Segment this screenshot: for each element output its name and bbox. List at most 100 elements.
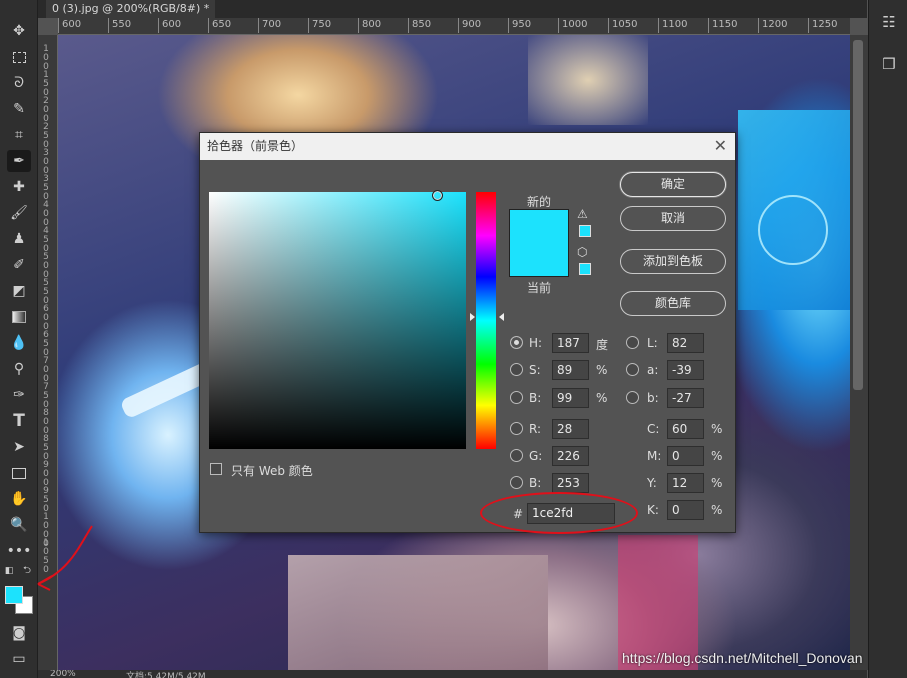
vertical-scroll-thumb[interactable] [853,40,863,390]
marquee-tool-icon[interactable] [7,46,31,68]
ruler-tick-label: 1150 [707,18,738,33]
ruler-tick-label: 2 0 0 [43,96,49,124]
status-bar: 200% 文档:5.42M/5.42M [38,670,867,678]
move-tool-icon[interactable]: ✥ [7,20,31,42]
ruler-tick-label: 700 [257,18,282,33]
type-tool-icon[interactable]: T [7,410,31,432]
label-blue: B: [529,476,542,490]
ruler-tick-label: 650 [207,18,232,33]
radio-s[interactable] [510,363,523,376]
quick-mask-icon[interactable]: ◙ [7,622,31,644]
ruler-tick-label: 600 [57,18,82,33]
ruler-tick-label: 1200 [757,18,788,33]
gamut-correction-swatch[interactable] [579,225,591,237]
radio-lab-b[interactable] [626,391,639,404]
document-tab[interactable]: 0 (3).jpg @ 200%(RGB/8#) * [46,0,216,18]
horizontal-ruler: 600 550 600 650 700 750 800 850 900 950 1000 1050 11… [57,18,850,35]
crop-tool-icon[interactable]: ⌗ [7,124,31,146]
quick-select-tool-icon[interactable]: ✎ [7,98,31,120]
label-a: a: [647,363,659,377]
unit-k: % [711,503,723,517]
field-g[interactable]: 226 [552,446,589,466]
current-color-swatch[interactable] [509,243,569,277]
ruler-tick-label: 750 [307,18,332,33]
field-m[interactable]: 0 [667,446,704,466]
color-field[interactable] [209,192,466,449]
field-c[interactable]: 60 [667,419,704,439]
ruler-tick-label: 1100 [657,18,688,33]
unit-c: % [711,422,723,436]
ruler-tick-label: 1050 [607,18,638,33]
cancel-button[interactable]: 取消 [620,206,726,231]
ruler-tick-label: 600 [157,18,182,33]
lasso-tool-icon[interactable]: ᘐ [7,72,31,94]
path-select-tool-icon[interactable]: ➤ [7,436,31,458]
canvas-hologram-ring [758,195,828,265]
label-l: L: [647,336,658,350]
history-brush-tool-icon[interactable]: ✐ [7,254,31,276]
zoom-level[interactable]: 200% [50,670,76,678]
close-icon[interactable]: ✕ [714,137,727,155]
field-l[interactable]: 82 [667,333,704,353]
eyedropper-tool-icon[interactable]: ✒ [7,150,31,172]
radio-brightness[interactable] [510,391,523,404]
canvas-jacket [288,555,548,670]
ruler-tick-label: 1 5 0 [43,70,49,98]
ruler-tick-label: 850 [407,18,432,33]
field-h[interactable]: 187 [552,333,589,353]
document-tab-bar: 0 (3).jpg @ 200%(RGB/8#) * [38,0,867,18]
web-safe-swatch[interactable] [579,263,591,275]
screen-mode-icon[interactable]: ▭ [7,648,31,670]
ruler-tick-label: 1250 [807,18,838,33]
field-k[interactable]: 0 [667,500,704,520]
field-y[interactable]: 12 [667,473,704,493]
radio-a[interactable] [626,363,639,376]
properties-panel-icon[interactable]: ☷ [876,8,902,36]
hue-slider[interactable] [476,192,496,449]
blur-tool-icon[interactable]: 💧 [7,332,31,354]
brush-tool-icon[interactable]: 🖌 [7,202,31,224]
ruler-tick-label: 6 0 0 [43,304,49,332]
healing-brush-tool-icon[interactable]: ✚ [7,176,31,198]
ruler-tick-label: 6 5 0 [43,330,49,358]
color-field-cursor[interactable] [432,190,443,201]
radio-l[interactable] [626,336,639,349]
color-libraries-button[interactable]: 颜色库 [620,291,726,316]
ruler-tick-label: 1 0 0 [43,44,49,72]
3d-panel-icon[interactable]: ❒ [876,50,902,78]
radio-blue[interactable] [510,476,523,489]
out-of-gamut-warning-icon[interactable]: ⚠ [577,207,588,221]
eraser-tool-icon[interactable]: ◩ [7,280,31,302]
field-blue[interactable]: 253 [552,473,589,493]
hue-slider-left-handle-icon[interactable] [470,313,475,321]
ruler-tick-label: 3 0 0 [43,148,49,176]
ok-button[interactable]: 确定 [620,172,726,197]
hue-slider-right-handle-icon[interactable] [499,313,504,321]
ruler-tick-label: 8 0 0 [43,408,49,436]
unit-m: % [711,449,723,463]
rectangle-tool-icon[interactable] [7,462,31,484]
radio-h[interactable] [510,336,523,349]
radio-r[interactable] [510,422,523,435]
web-colors-only-label: 只有 Web 颜色 [231,464,313,478]
field-r[interactable]: 28 [552,419,589,439]
label-brightness: B: [529,391,542,405]
label-r: R: [529,422,542,436]
field-s[interactable]: 89 [552,360,589,380]
add-to-swatches-button[interactable]: 添加到色板 [620,249,726,274]
dialog-title-bar: 拾色器（前景色） ✕ [200,133,735,160]
label-lab-b: b: [647,391,659,405]
gradient-tool-icon[interactable] [7,306,31,328]
field-lab-b[interactable]: -27 [667,388,704,408]
radio-g[interactable] [510,449,523,462]
field-brightness[interactable]: 99 [552,388,589,408]
web-safe-cube-icon[interactable]: ⬡ [577,245,587,259]
new-color-label: 新的 [526,195,551,209]
web-colors-only-checkbox[interactable] [210,463,222,475]
pen-tool-icon[interactable]: ✑ [7,384,31,406]
dodge-tool-icon[interactable]: ⚲ [7,358,31,380]
ruler-tick-label: 900 [457,18,482,33]
field-a[interactable]: -39 [667,360,704,380]
clone-stamp-tool-icon[interactable]: ♟ [7,228,31,250]
right-panel-dock: ☷ ❒ [868,0,907,678]
